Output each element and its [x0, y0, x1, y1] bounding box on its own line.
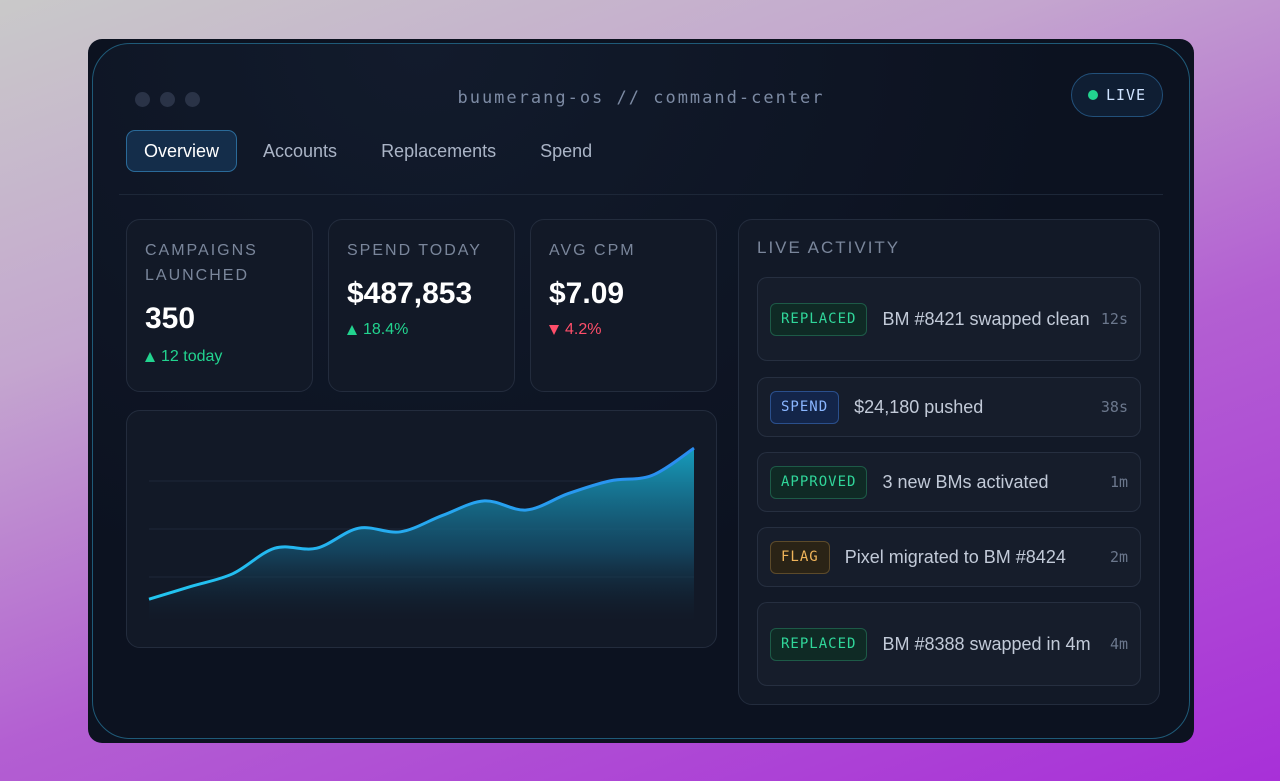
activity-time: 38s — [1100, 398, 1128, 416]
activity-item[interactable]: REPLACED BM #8421 swapped clean 12s — [757, 277, 1141, 361]
app-window: buumerang-os // command-center LIVE Over… — [88, 39, 1194, 743]
activity-item[interactable]: APPROVED 3 new BMs activated 1m — [757, 452, 1141, 512]
activity-time: 1m — [1109, 473, 1128, 491]
activity-badge: SPEND — [770, 390, 840, 424]
activity-badge: APPROVED — [770, 465, 868, 499]
stat-value: $7.09 — [549, 277, 625, 310]
chart-point — [524, 508, 528, 512]
stat-value: 350 — [145, 302, 196, 335]
live-indicator-icon — [1087, 90, 1098, 100]
tab-bar: Overview Accounts Replacements Spend — [126, 130, 610, 172]
activity-title: LIVE ACTIVITY — [757, 238, 901, 257]
stat-delta: 12 today — [145, 348, 294, 366]
live-label: LIVE — [1105, 86, 1147, 104]
tab-replacements[interactable]: Replacements — [363, 130, 514, 172]
tab-overview[interactable]: Overview — [126, 130, 238, 172]
stat-label: AVG CPM — [549, 242, 636, 259]
header-divider — [119, 194, 1163, 195]
activity-item[interactable]: REPLACED BM #8388 swapped in 4m 4m — [757, 602, 1141, 686]
chart-point — [273, 546, 277, 550]
tab-spend[interactable]: Spend — [522, 130, 610, 172]
chart-point — [608, 479, 612, 483]
chart-point — [692, 446, 696, 450]
activity-text: Pixel migrated to BM #8424 — [844, 546, 1066, 567]
trend-up-icon — [347, 325, 357, 335]
trend-up-icon — [145, 352, 155, 362]
chart-point — [482, 499, 486, 503]
stat-value: $487,853 — [347, 277, 473, 310]
activity-badge: REPLACED — [770, 627, 868, 661]
activity-text: $24,180 pushed — [854, 396, 984, 417]
activity-badge: FLAG — [770, 540, 830, 574]
activity-text: BM #8421 swapped clean — [882, 308, 1090, 329]
tab-accounts[interactable]: Accounts — [245, 130, 355, 172]
activity-time: 2m — [1109, 548, 1128, 566]
chart-area-fill — [149, 448, 694, 621]
stat-label: CAMPAIGNS LAUNCHED — [145, 242, 258, 284]
activity-item[interactable]: FLAG Pixel migrated to BM #8424 2m — [757, 527, 1141, 587]
chart-point — [189, 584, 193, 588]
activity-item[interactable]: SPEND $24,180 pushed 38s — [757, 377, 1141, 437]
activity-time: 12s — [1100, 310, 1128, 328]
chart-point — [440, 513, 444, 517]
stat-card-campaigns: CAMPAIGNS LAUNCHED 350 12 today — [126, 219, 313, 392]
trend-down-icon — [549, 325, 559, 335]
chart-point — [399, 530, 403, 534]
chart-point — [231, 572, 235, 576]
window-title: buumerang-os // command-center — [457, 88, 825, 108]
stat-delta-text: 12 today — [161, 348, 223, 365]
stat-delta: 18.4% — [347, 321, 496, 339]
stat-delta: 4.2% — [549, 321, 698, 339]
activity-time: 4m — [1109, 635, 1128, 653]
window-frame: buumerang-os // command-center LIVE Over… — [92, 43, 1190, 739]
activity-text: BM #8388 swapped in 4m — [882, 633, 1091, 654]
stat-label: SPEND TODAY — [347, 242, 482, 259]
spend-chart-card — [126, 410, 717, 648]
chart-point — [566, 492, 570, 496]
chart-point — [315, 546, 319, 550]
live-status-badge[interactable]: LIVE — [1071, 73, 1163, 117]
stat-card-spend-today: SPEND TODAY $487,853 18.4% — [328, 219, 515, 392]
activity-badge: REPLACED — [770, 302, 868, 336]
live-activity-panel: LIVE ACTIVITY REPLACED BM #8421 swapped … — [738, 219, 1160, 705]
chart-point — [650, 473, 654, 477]
stat-card-avg-cpm: AVG CPM $7.09 4.2% — [530, 219, 717, 392]
chart-point — [357, 526, 361, 530]
area-chart — [147, 446, 696, 621]
stat-delta-text: 18.4% — [363, 321, 409, 338]
stat-delta-text: 4.2% — [565, 321, 602, 338]
chart-point — [147, 597, 151, 601]
activity-text: 3 new BMs activated — [882, 471, 1049, 492]
